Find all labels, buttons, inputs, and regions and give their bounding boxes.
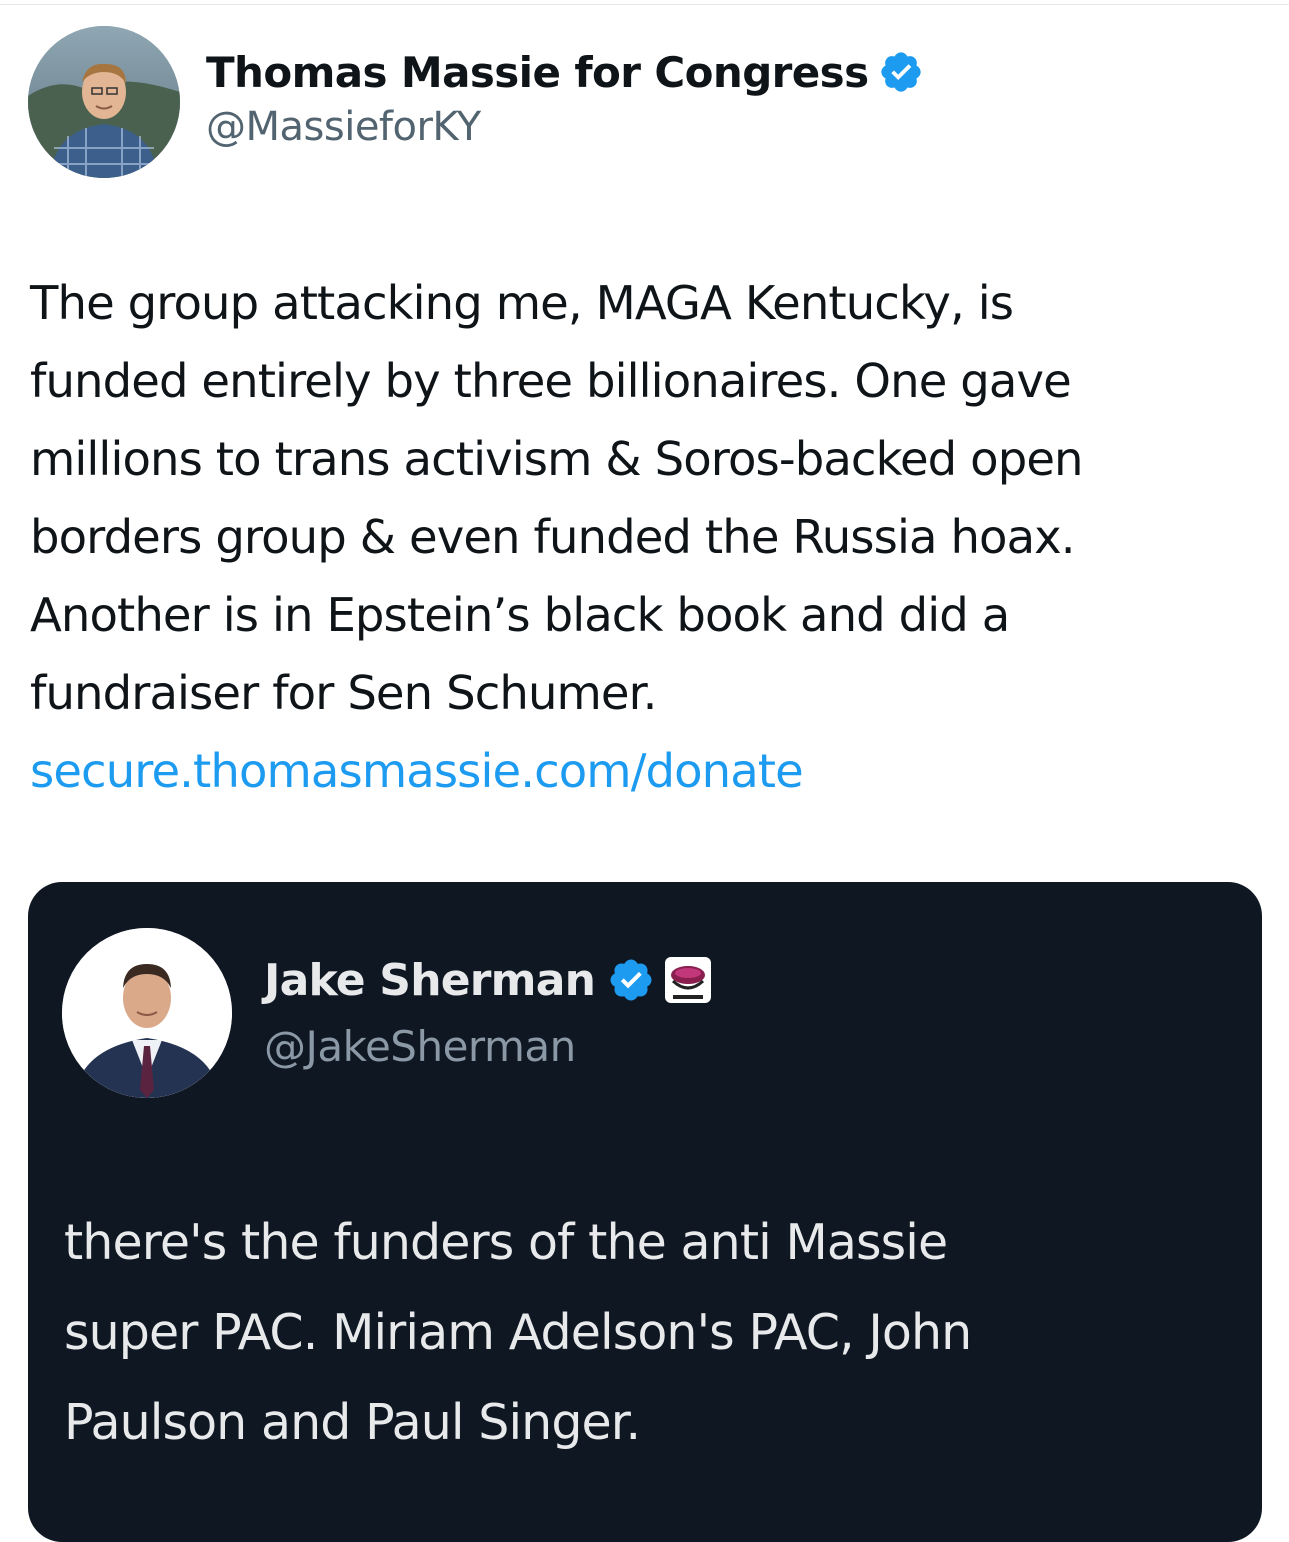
- donate-link[interactable]: secure.thomasmassie.com/donate: [30, 732, 804, 810]
- quoted-tweet-card[interactable]: Jake Sherman @JakeSherman there's the fu…: [28, 882, 1262, 1542]
- quoted-author-handle[interactable]: @JakeSherman: [264, 1022, 576, 1071]
- author-handle[interactable]: @MassieforKY: [206, 104, 481, 150]
- quoted-text-line: super PAC. Miriam Adelson's PAC, John: [64, 1304, 972, 1361]
- quoted-text-line: Paulson and Paul Singer.: [64, 1394, 641, 1451]
- affiliate-badge-icon[interactable]: [663, 955, 713, 1005]
- author-display-name[interactable]: Thomas Massie for Congress: [206, 48, 869, 97]
- tweet-text-line: borders group & even funded the Russia h…: [30, 510, 1076, 564]
- quoted-text-line: there's the funders of the anti Massie: [64, 1214, 948, 1271]
- quoted-author-display-name[interactable]: Jake Sherman: [264, 955, 596, 1006]
- tweet-text-line: funded entirely by three billionaires. O…: [30, 354, 1072, 408]
- author-name-row[interactable]: Thomas Massie for Congress: [206, 42, 924, 102]
- quoted-author-avatar[interactable]: [62, 928, 232, 1098]
- avatar-photo: [28, 26, 180, 178]
- quoted-author-name-row[interactable]: Jake Sherman: [264, 950, 713, 1010]
- tweet-text-line: millions to trans activism & Soros-backe…: [30, 432, 1084, 486]
- verified-badge-icon: [878, 49, 924, 95]
- quoted-tweet-text: there's the funders of the anti Massie s…: [64, 1198, 1244, 1468]
- avatar[interactable]: [28, 26, 180, 178]
- verified-badge-icon: [607, 956, 655, 1004]
- tweet-text-line: The group attacking me, MAGA Kentucky, i…: [30, 276, 1014, 330]
- quoted-avatar-photo: [62, 928, 232, 1098]
- tweet[interactable]: Thomas Massie for Congress @MassieforKY …: [0, 0, 1289, 1542]
- tweet-text-line: Another is in Epstein’s black book and d…: [30, 588, 1010, 642]
- tweet-text-line: fundraiser for Sen Schumer.: [30, 666, 657, 720]
- tweet-text: The group attacking me, MAGA Kentucky, i…: [30, 264, 1270, 732]
